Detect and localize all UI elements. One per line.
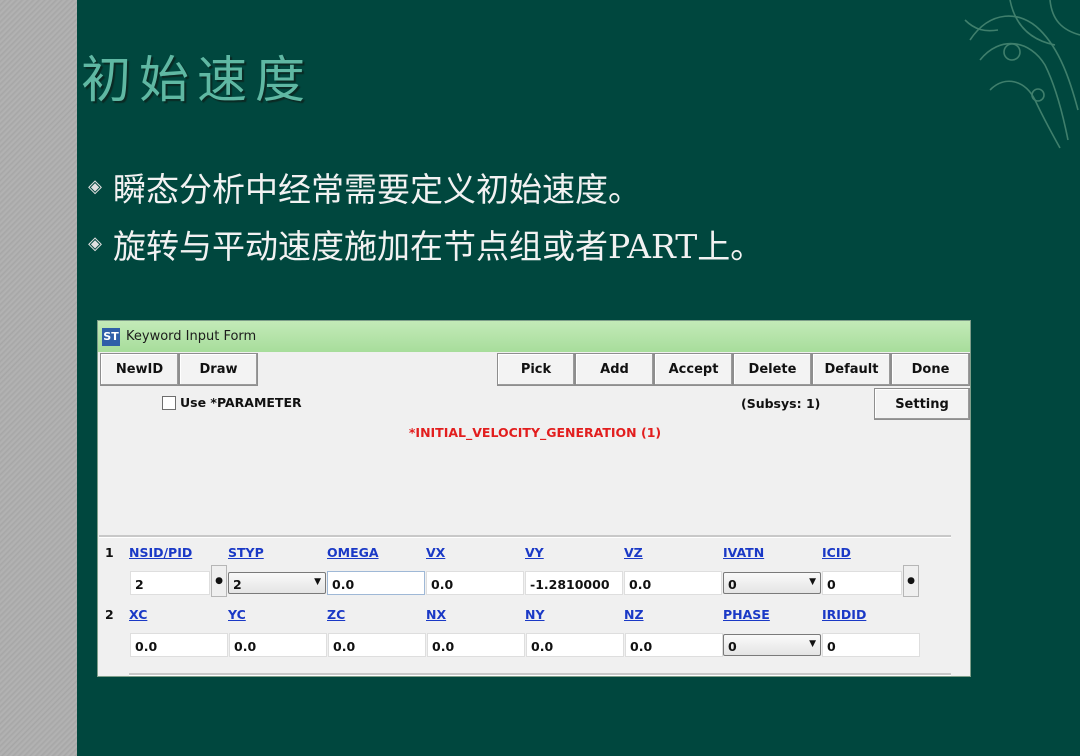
label-nsid-pid[interactable]: NSID/PID bbox=[129, 545, 192, 560]
nz-field[interactable]: 0.0 bbox=[625, 633, 723, 657]
subsys-label: (Subsys: 1) bbox=[741, 396, 821, 411]
draw-button[interactable]: Draw bbox=[179, 353, 258, 386]
delete-button[interactable]: Delete bbox=[733, 353, 812, 386]
bullet-item: ◈ 瞬态分析中经常需要定义初始速度。 bbox=[77, 158, 763, 215]
bullet-list: ◈ 瞬态分析中经常需要定义初始速度。 ◈ 旋转与平动速度施加在节点组或者PART… bbox=[77, 158, 763, 272]
setting-button[interactable]: Setting bbox=[874, 388, 970, 420]
accept-button[interactable]: Accept bbox=[654, 353, 733, 386]
keyword-card-area: 1 NSID/PID STYP OMEGA VX VY VZ IVATN ICI… bbox=[99, 535, 953, 676]
chevron-down-icon: ▼ bbox=[809, 577, 816, 587]
pick-button[interactable]: Pick bbox=[497, 353, 575, 386]
diamond-bullet-icon: ◈ bbox=[88, 233, 102, 254]
dialog-titlebar[interactable]: ST Keyword Input Form bbox=[98, 321, 970, 352]
row-number-2: 2 bbox=[105, 607, 114, 622]
nsid-pid-field[interactable]: 2 bbox=[130, 571, 210, 595]
ny-field[interactable]: 0.0 bbox=[526, 633, 624, 657]
slide-left-strip bbox=[0, 0, 77, 756]
label-yc[interactable]: YC bbox=[228, 607, 246, 622]
styp-select[interactable]: 2 ▼ bbox=[228, 572, 326, 594]
use-parameter-checkbox[interactable] bbox=[162, 395, 176, 410]
vx-field[interactable]: 0.0 bbox=[426, 571, 524, 595]
floral-ornament-icon bbox=[964, 0, 1080, 149]
nx-field[interactable]: 0.0 bbox=[427, 633, 525, 657]
label-vx[interactable]: VX bbox=[426, 545, 445, 560]
use-parameter-label: Use *PARAMETER bbox=[180, 395, 302, 410]
label-omega[interactable]: OMEGA bbox=[327, 545, 379, 560]
default-button[interactable]: Default bbox=[812, 353, 891, 386]
label-ny[interactable]: NY bbox=[525, 607, 545, 622]
diamond-bullet-icon: ◈ bbox=[88, 176, 102, 197]
separator bbox=[99, 535, 951, 538]
omega-field[interactable]: 0.0 bbox=[327, 571, 425, 595]
label-styp[interactable]: STYP bbox=[228, 545, 264, 560]
keyword-title: *INITIAL_VELOCITY_GENERATION (1) bbox=[408, 425, 662, 440]
label-zc[interactable]: ZC bbox=[327, 607, 345, 622]
row-number-1: 1 bbox=[105, 545, 114, 560]
vz-field[interactable]: 0.0 bbox=[624, 571, 722, 595]
label-ivatn[interactable]: IVATN bbox=[723, 545, 764, 560]
icid-pick-button[interactable]: ● bbox=[903, 565, 919, 597]
yc-field[interactable]: 0.0 bbox=[229, 633, 327, 657]
chevron-down-icon: ▼ bbox=[314, 577, 321, 587]
add-button[interactable]: Add bbox=[575, 353, 654, 386]
zc-field[interactable]: 0.0 bbox=[328, 633, 426, 657]
bullet-text: 旋转与平动速度施加在节点组或者PART上。 bbox=[113, 226, 764, 266]
label-iridid[interactable]: IRIDID bbox=[822, 607, 866, 622]
done-button[interactable]: Done bbox=[891, 353, 970, 386]
label-icid[interactable]: ICID bbox=[822, 545, 851, 560]
use-parameter-option[interactable]: Use *PARAMETER bbox=[162, 395, 302, 410]
nsid-pick-button[interactable]: ● bbox=[211, 565, 227, 597]
slide-title: 初始速度 bbox=[81, 51, 313, 109]
phase-value: 0 bbox=[728, 639, 737, 654]
icid-field[interactable]: 0 bbox=[822, 571, 902, 595]
separator bbox=[129, 673, 951, 676]
vy-field[interactable]: -1.2810000 bbox=[525, 571, 623, 595]
ivatn-select[interactable]: 0 ▼ bbox=[723, 572, 821, 594]
chevron-down-icon: ▼ bbox=[809, 639, 816, 649]
app-icon: ST bbox=[102, 327, 120, 346]
bullet-text: 瞬态分析中经常需要定义初始速度。 bbox=[113, 169, 641, 209]
iridid-field[interactable]: 0 bbox=[822, 633, 920, 657]
phase-select[interactable]: 0 ▼ bbox=[723, 634, 821, 656]
label-vz[interactable]: VZ bbox=[624, 545, 643, 560]
ivatn-value: 0 bbox=[728, 577, 737, 592]
newid-button[interactable]: NewID bbox=[100, 353, 179, 386]
bullet-item: ◈ 旋转与平动速度施加在节点组或者PART上。 bbox=[77, 215, 763, 272]
label-nx[interactable]: NX bbox=[426, 607, 446, 622]
label-xc[interactable]: XC bbox=[129, 607, 147, 622]
label-phase[interactable]: PHASE bbox=[723, 607, 770, 622]
xc-field[interactable]: 0.0 bbox=[130, 633, 228, 657]
label-nz[interactable]: NZ bbox=[624, 607, 644, 622]
styp-value: 2 bbox=[233, 577, 242, 592]
label-vy[interactable]: VY bbox=[525, 545, 544, 560]
keyword-input-form-dialog: ST Keyword Input Form NewID Draw Pick Ad… bbox=[97, 320, 971, 677]
dialog-title: Keyword Input Form bbox=[126, 329, 257, 344]
